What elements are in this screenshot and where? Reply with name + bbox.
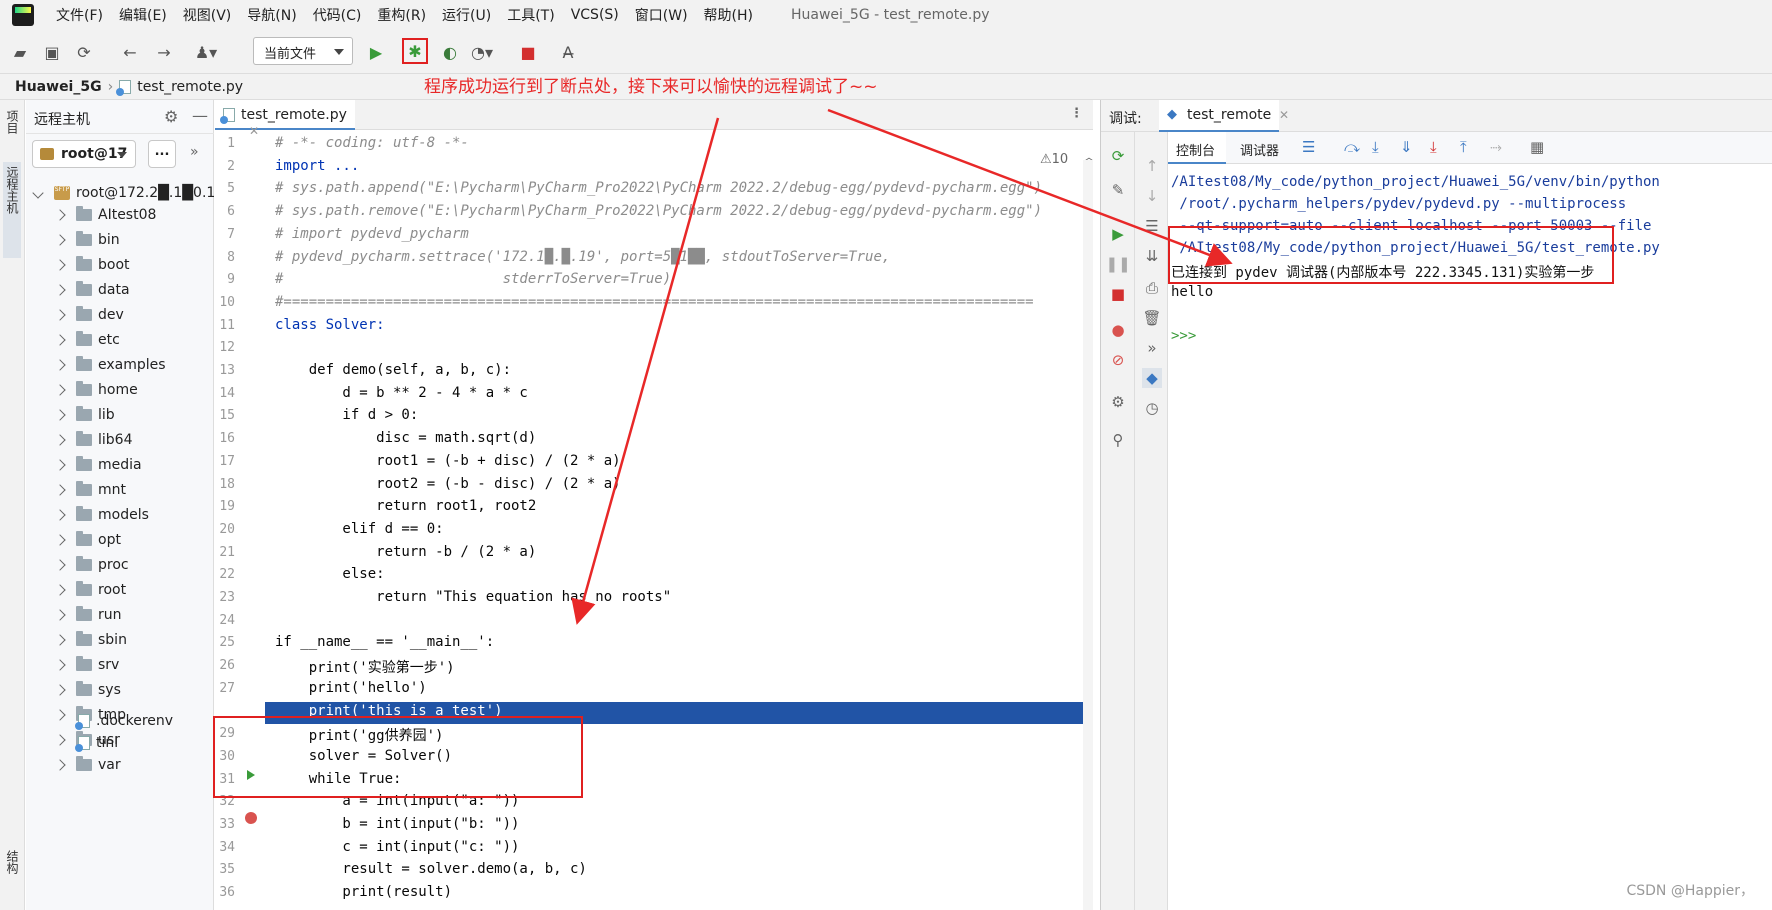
ide-window: 文件(F) 编辑(E) 视图(V) 导航(N) 代码(C) 重构(R) 运行(U… bbox=[0, 0, 1772, 910]
arrow-to-code bbox=[571, 117, 720, 625]
arrow-to-console bbox=[827, 108, 1233, 267]
watermark: CSDN @Happier， bbox=[1626, 883, 1754, 899]
annotation-arrows bbox=[571, 108, 1233, 625]
